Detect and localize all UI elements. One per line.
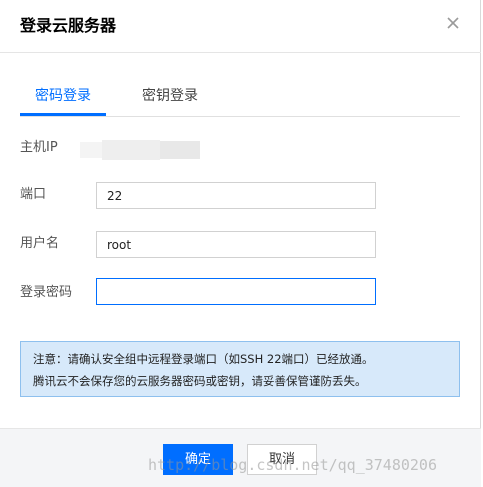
redaction-block: [80, 142, 102, 158]
tab-key-login[interactable]: 密钥登录: [130, 85, 210, 114]
confirm-button[interactable]: 确定: [163, 444, 233, 475]
host-ip-value-redacted: [80, 140, 200, 160]
notice-line-1: 注意：请确认安全组中远程登录端口（如SSH 22端口）已经放通。: [33, 352, 374, 366]
security-notice: 注意：请确认安全组中远程登录端口（如SSH 22端口）已经放通。 腾讯云不会保存…: [20, 341, 460, 397]
dialog-footer: 确定 取消: [0, 428, 481, 487]
redaction-block: [160, 141, 200, 159]
password-label: 登录密码: [20, 285, 73, 300]
redaction-block: [102, 140, 160, 160]
tab-password-login-label: 密码登录: [35, 88, 91, 104]
dialog-title: 登录云服务器: [20, 16, 117, 35]
dialog-header: 登录云服务器: [0, 0, 481, 53]
cancel-button[interactable]: 取消: [247, 444, 317, 475]
host-ip-label: 主机IP: [20, 140, 58, 155]
active-tab-indicator: [20, 113, 106, 116]
username-input[interactable]: [96, 231, 376, 258]
port-label: 端口: [20, 187, 47, 202]
password-input[interactable]: [96, 278, 376, 305]
username-label: 用户名: [20, 236, 60, 251]
close-icon[interactable]: [446, 16, 460, 30]
notice-line-2: 腾讯云不会保存您的云服务器密码或密钥，请妥善保管谨防丢失。: [33, 374, 367, 388]
login-dialog: 登录云服务器 密码登录 密钥登录 主机IP 端口 用户名 登录密码 注意：请确认…: [0, 0, 481, 487]
login-method-tabs: 密码登录 密钥登录: [20, 85, 460, 117]
tab-key-login-label: 密钥登录: [142, 88, 198, 104]
port-input[interactable]: [96, 182, 376, 209]
tab-password-login[interactable]: 密码登录: [20, 85, 106, 116]
